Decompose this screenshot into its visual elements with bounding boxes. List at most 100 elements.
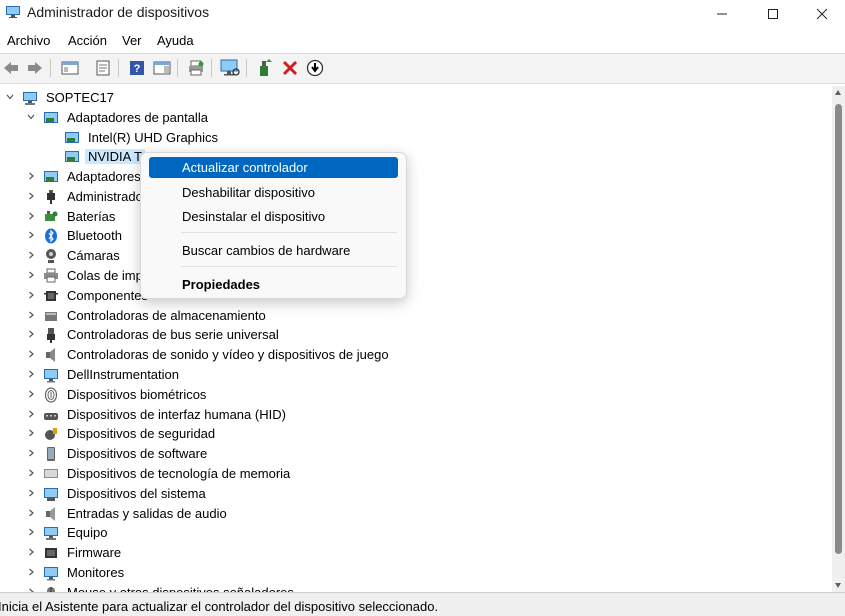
close-button[interactable] [799,0,845,28]
chevron-right-icon[interactable] [26,389,36,399]
chevron-right-icon[interactable] [26,448,36,458]
menu-separator [181,266,397,267]
chevron-right-icon[interactable] [26,191,36,201]
tree-item-label: Firmware [67,545,122,561]
menu-ver[interactable]: Ver [122,33,142,48]
scroll-up-icon[interactable] [835,90,841,95]
tree-category-7[interactable]: Componentes [0,286,832,306]
menu-accion[interactable]: Acción [68,33,107,48]
tree-category-4[interactable]: Bluetooth [0,226,832,246]
chevron-right-icon[interactable] [26,230,36,240]
bluetooth-icon [45,228,57,244]
software-icon [47,447,55,462]
tree-category-16[interactable]: Dispositivos de tecnología de memoria [0,464,832,484]
tree-category-11[interactable]: DellInstrumentation [0,365,832,385]
toolbar: ? [0,53,845,84]
uninstall-device-button[interactable] [280,58,300,78]
tree-device-intel-graphics[interactable]: Intel(R) UHD Graphics [0,128,832,148]
monitor-icon [44,567,58,581]
tree-item-display-adapters[interactable]: Adaptadores de pantalla [0,108,832,128]
tree-category-19[interactable]: Equipo [0,523,832,543]
tree-category-15[interactable]: Dispositivos de software [0,444,832,464]
chevron-right-icon[interactable] [26,508,36,518]
chevron-right-icon[interactable] [26,290,36,300]
menu-ayuda[interactable]: Ayuda [157,33,194,48]
menu-properties[interactable]: Propiedades [149,274,398,295]
tree-category-22[interactable]: Mouse y otros dispositivos señaladores [0,583,832,592]
print-button[interactable] [186,58,206,78]
tree-root-label: SOPTEC17 [46,90,114,105]
tree-category-14[interactable]: Dispositivos de seguridad [0,424,832,444]
menu-update-driver[interactable]: Actualizar controlador [149,157,398,178]
action-pane-button[interactable] [152,58,172,78]
minimize-icon [717,13,727,15]
menu-scan-hardware[interactable]: Buscar cambios de hardware [149,240,398,261]
scroll-down-icon[interactable] [835,583,841,588]
toolbar-separator [118,59,119,77]
computer-icon [44,527,58,541]
tree-category-10[interactable]: Controladoras de sonido y vídeo y dispos… [0,345,832,365]
tree-item-label: Dispositivos de software [67,446,208,462]
tree-item-label: Dispositivos de seguridad [67,426,216,442]
minimize-button[interactable] [699,0,745,28]
disable-device-button[interactable] [305,58,325,78]
forward-button[interactable] [25,58,45,78]
chevron-right-icon[interactable] [26,329,36,339]
scrollbar-thumb[interactable] [835,104,842,554]
scan-hardware-button[interactable] [220,58,240,78]
plug-icon [47,189,55,204]
chevron-right-icon[interactable] [26,349,36,359]
chevron-right-icon[interactable] [26,468,36,478]
chevron-right-icon[interactable] [26,527,36,537]
tree-device-nvidia[interactable]: NVIDIA T [0,147,832,167]
tree-category-8[interactable]: Controladoras de almacenamiento [0,306,832,326]
print-icon [189,60,204,76]
help-button[interactable]: ? [127,58,147,78]
display-adapter-icon [44,112,58,123]
toolbar-separator [177,59,178,77]
chevron-right-icon[interactable] [26,547,36,557]
menu-item-label: Deshabilitar dispositivo [182,185,315,200]
chevron-right-icon[interactable] [26,428,36,438]
maximize-button[interactable] [750,0,796,28]
title-bar: Administrador de dispositivos [0,0,845,28]
hid-icon [44,412,58,420]
tree-category-12[interactable]: Dispositivos biométricos [0,385,832,405]
chevron-right-icon[interactable] [26,250,36,260]
tree-category-1[interactable]: Adaptadores [0,167,832,187]
tree-item-label: Bluetooth [67,228,122,244]
chevron-right-icon[interactable] [26,488,36,498]
chevron-right-icon[interactable] [26,310,36,320]
properties-button[interactable] [93,58,113,78]
tree-category-6[interactable]: Colas de imp [0,266,832,286]
tree-category-20[interactable]: Firmware [0,543,832,563]
tree-category-21[interactable]: Monitores [0,563,832,583]
chevron-right-icon[interactable] [26,409,36,419]
chevron-down-icon[interactable] [5,92,15,102]
chevron-right-icon[interactable] [26,567,36,577]
display-adapter-icon [65,151,79,162]
tree-category-18[interactable]: Entradas y salidas de audio [0,504,832,524]
tree-category-5[interactable]: Cámaras [0,246,832,266]
tree-category-13[interactable]: Dispositivos de interfaz humana (HID) [0,405,832,425]
tree-category-3[interactable]: Baterías [0,207,832,227]
tree-item-label: Controladoras de bus serie universal [67,327,279,343]
chevron-right-icon[interactable] [26,369,36,379]
back-button[interactable] [1,58,21,78]
tree-category-17[interactable]: Dispositivos del sistema [0,484,832,504]
chevron-right-icon[interactable] [26,270,36,280]
menu-separator [181,232,397,233]
tree-item-label: Equipo [67,525,108,541]
tree-root[interactable]: SOPTEC17 [0,88,832,108]
show-hide-console-tree-button[interactable] [60,58,80,78]
tree-category-2[interactable]: Administrado [0,187,832,207]
tree-category-9[interactable]: Controladoras de bus serie universal [0,325,832,345]
menu-uninstall-device[interactable]: Desinstalar el dispositivo [149,206,398,227]
chevron-right-icon[interactable] [26,171,36,181]
menu-disable-device[interactable]: Deshabilitar dispositivo [149,182,398,203]
vertical-scrollbar[interactable] [832,86,845,592]
chevron-right-icon[interactable] [26,211,36,221]
menu-archivo[interactable]: Archivo [7,33,50,48]
chevron-down-icon[interactable] [26,112,36,122]
update-driver-button[interactable] [255,58,275,78]
